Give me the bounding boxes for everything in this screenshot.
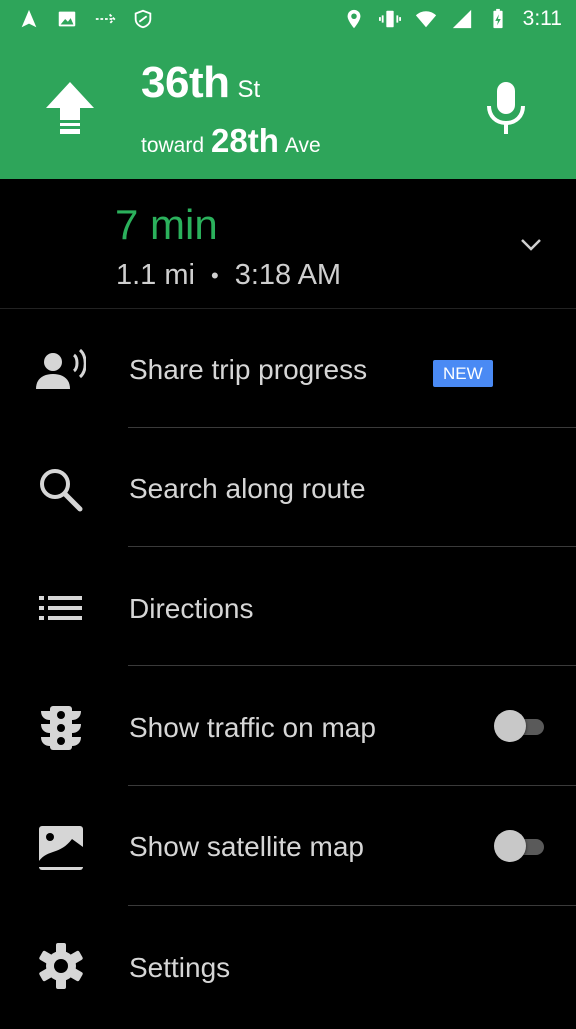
status-bar: 3:11 (0, 0, 576, 38)
current-street: 36th St (141, 58, 260, 108)
status-system-icons: 3:11 (343, 7, 576, 31)
menu-item-directions[interactable]: Directions (0, 551, 576, 670)
menu-item-settings[interactable]: Settings (0, 910, 576, 1029)
menu-label: Settings (129, 952, 231, 983)
toggle-thumb (494, 830, 526, 862)
menu-item-traffic[interactable]: Show traffic on map (0, 670, 576, 789)
menu-divider (128, 427, 576, 428)
menu-divider (128, 546, 576, 547)
menu-label: Show traffic on map (129, 712, 376, 743)
arrow-up-icon (46, 82, 94, 134)
data-transfer-icon (95, 13, 116, 25)
toward-street: toward 28th Ave (141, 122, 321, 160)
microphone-icon[interactable] (482, 80, 530, 136)
menu-label: Share trip progress (129, 354, 368, 385)
image-icon (58, 11, 76, 27)
satellite-toggle[interactable] (494, 830, 546, 864)
traffic-light-icon (41, 706, 81, 750)
menu-divider (128, 905, 576, 906)
trip-distance: 1.1 mi (116, 259, 195, 291)
wifi-icon (415, 11, 436, 28)
signal-icon (452, 9, 471, 29)
battery-charging-icon (493, 8, 503, 29)
toggle-thumb (494, 710, 526, 742)
location-pin-icon (347, 9, 361, 29)
details-separator: • (210, 262, 219, 288)
menu-divider (128, 665, 576, 666)
menu-item-search-route[interactable]: Search along route (0, 432, 576, 551)
trip-details: 1.1 mi • 3:18 AM (116, 259, 341, 292)
traffic-toggle[interactable] (494, 710, 546, 744)
new-badge: NEW (433, 360, 493, 387)
gear-icon (39, 943, 83, 989)
chevron-down-icon[interactable] (518, 235, 544, 255)
data-saver-icon (134, 9, 152, 29)
trip-summary[interactable]: 7 min 1.1 mi • 3:18 AM (0, 179, 576, 310)
status-notification-icons (0, 8, 154, 30)
toward-street-suffix: Ave (284, 134, 321, 157)
toward-street-name: 28th (211, 122, 279, 159)
menu-label: Directions (129, 593, 254, 624)
summary-divider (0, 308, 576, 309)
menu-label: Show satellite map (129, 831, 365, 862)
arrival-time: 3:18 AM (234, 259, 342, 291)
menu-divider (128, 785, 576, 786)
satellite-image-icon (39, 826, 83, 870)
menu-item-satellite[interactable]: Show satellite map (0, 790, 576, 909)
vibrate-icon (378, 10, 401, 28)
street-suffix: St (237, 76, 261, 103)
navigation-header[interactable]: 36th St toward 28th Ave (0, 38, 576, 179)
search-icon (40, 469, 83, 512)
share-person-icon (36, 348, 86, 389)
menu-label: Search along route (129, 473, 366, 504)
list-icon (39, 596, 82, 620)
status-time: 3:11 (522, 7, 562, 30)
street-name: 36th (141, 58, 230, 107)
toward-label: toward (141, 134, 205, 157)
navigation-arrow-icon (21, 9, 37, 28)
eta-minutes: 7 min (115, 201, 218, 248)
